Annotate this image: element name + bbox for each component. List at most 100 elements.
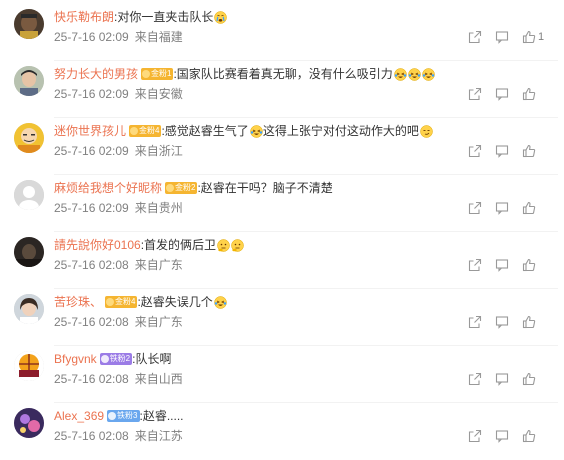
username-link[interactable]: 苦珍珠、 xyxy=(54,293,102,311)
like-button[interactable] xyxy=(522,201,536,215)
avatar[interactable] xyxy=(14,351,44,381)
reply-button[interactable] xyxy=(495,144,509,158)
comment-actions: 1 xyxy=(468,28,544,46)
avatar[interactable] xyxy=(14,180,44,210)
cry-emoji-icon xyxy=(214,10,228,24)
comment-content: :首发的俩后卫 xyxy=(140,238,217,252)
comment-icon xyxy=(495,87,509,101)
fan-badge[interactable]: 金粉2 xyxy=(165,182,198,194)
comment-actions xyxy=(468,85,536,103)
avatar[interactable] xyxy=(14,237,44,267)
comment-actions xyxy=(468,313,536,331)
like-button[interactable]: 1 xyxy=(522,30,544,44)
comment-location: 来自广东 xyxy=(134,258,183,272)
comment-time: 25-7-16 02:09 xyxy=(54,201,129,215)
like-icon xyxy=(522,30,536,44)
like-icon xyxy=(522,87,536,101)
laugh-cry-emoji-icon xyxy=(422,67,435,81)
comment-text-line: 快乐勒布朗:对你一直夹击队长 xyxy=(54,8,228,26)
share-icon xyxy=(468,258,482,272)
comment-meta: 25-7-16 02:08 来自广东 xyxy=(54,313,183,331)
comment-time: 25-7-16 02:09 xyxy=(54,144,129,158)
share-button[interactable] xyxy=(468,258,482,272)
comment-icon xyxy=(495,258,509,272)
share-icon xyxy=(468,201,482,215)
reply-button[interactable] xyxy=(495,30,509,44)
comment-icon xyxy=(495,144,509,158)
comment-content: :赵睿失误几个 xyxy=(137,295,213,309)
comment-item: 快乐勒布朗:对你一直夹击队长 25-7-16 02:09 来自福建 1 xyxy=(0,4,564,61)
reply-button[interactable] xyxy=(495,258,509,272)
share-button[interactable] xyxy=(468,315,482,329)
avatar[interactable] xyxy=(14,66,44,96)
comment-icon xyxy=(495,30,509,44)
badge-label: 铁粉3 xyxy=(117,411,138,420)
share-button[interactable] xyxy=(468,429,482,443)
comment-time: 25-7-16 02:08 xyxy=(54,372,129,386)
username-link[interactable]: 快乐勒布朗 xyxy=(54,8,114,26)
comment-item: 請先說你好0106:首发的俩后卫 25-7-16 02:08 来自广东 xyxy=(0,232,564,289)
username-link[interactable]: Alex_369 xyxy=(54,407,104,425)
badge-icon xyxy=(100,355,109,363)
reply-button[interactable] xyxy=(495,372,509,386)
username-link[interactable]: 努力长大的男孩 xyxy=(54,65,138,83)
avatar[interactable] xyxy=(14,408,44,438)
comment-text-line: 麻烦给我想个好昵称 金粉2:赵睿在干吗？脑子不清楚 xyxy=(54,179,333,197)
reply-button[interactable] xyxy=(495,429,509,443)
share-button[interactable] xyxy=(468,372,482,386)
like-button[interactable] xyxy=(522,258,536,272)
username-link[interactable]: 麻烦给我想个好昵称 xyxy=(54,179,162,197)
share-icon xyxy=(468,315,482,329)
reply-button[interactable] xyxy=(495,315,509,329)
laugh-cry-emoji-icon xyxy=(394,67,407,81)
share-button[interactable] xyxy=(468,201,482,215)
fan-badge[interactable]: 金粉4 xyxy=(105,296,138,308)
comment-list: 快乐勒布朗:对你一直夹击队长 25-7-16 02:09 来自福建 1 努力长大的男孩金… xyxy=(0,0,564,447)
like-button[interactable] xyxy=(522,144,536,158)
comment-location: 来自江苏 xyxy=(134,429,183,443)
like-button[interactable] xyxy=(522,315,536,329)
badge-label: 金粉1 xyxy=(151,69,172,78)
like-button[interactable] xyxy=(522,429,536,443)
comment-meta: 25-7-16 02:09 来自贵州 xyxy=(54,199,183,217)
comment-location: 来自广东 xyxy=(134,315,183,329)
reply-button[interactable] xyxy=(495,201,509,215)
share-icon xyxy=(468,429,482,443)
like-button[interactable] xyxy=(522,372,536,386)
comment-text-line: 迷你世界孩儿 金粉4:感觉赵睿生气了 这得上张宁对付这动作大的吧 xyxy=(54,122,433,140)
comment-meta: 25-7-16 02:08 来自山西 xyxy=(54,370,183,388)
fan-badge[interactable]: 金粉1 xyxy=(141,68,174,80)
comment-time: 25-7-16 02:09 xyxy=(54,87,129,101)
comment-item: 苦珍珠、 金粉4:赵睿失误几个 25-7-16 02:08 来自广东 xyxy=(0,289,564,346)
avatar[interactable] xyxy=(14,294,44,324)
like-icon xyxy=(522,372,536,386)
fan-badge[interactable]: 金粉4 xyxy=(129,125,162,137)
share-icon xyxy=(468,30,482,44)
username-link[interactable]: 請先說你好0106 xyxy=(54,236,141,254)
comment-content: :赵睿在干吗？脑子不清楚 xyxy=(197,181,333,195)
comment-actions xyxy=(468,199,536,217)
avatar[interactable] xyxy=(14,123,44,153)
badge-label: 金粉4 xyxy=(115,297,136,306)
share-button[interactable] xyxy=(468,30,482,44)
fan-badge[interactable]: 铁粉2 xyxy=(99,353,133,365)
share-button[interactable] xyxy=(468,87,482,101)
reply-button[interactable] xyxy=(495,87,509,101)
share-icon xyxy=(468,372,482,386)
username-link[interactable]: 迷你世界孩儿 xyxy=(54,122,126,140)
laugh-cry-emoji-icon xyxy=(408,67,421,81)
badge-icon xyxy=(106,298,115,306)
username-link[interactable]: Bfygvnk xyxy=(54,350,97,368)
share-button[interactable] xyxy=(468,144,482,158)
avatar[interactable] xyxy=(14,9,44,39)
badge-label: 金粉4 xyxy=(139,126,160,135)
comment-text-line: 苦珍珠、 金粉4:赵睿失误几个 xyxy=(54,293,227,311)
fan-badge[interactable]: 铁粉3 xyxy=(107,410,140,422)
think-emoji-icon xyxy=(231,238,244,252)
laugh-cry-emoji-icon xyxy=(214,295,227,309)
like-button[interactable] xyxy=(522,87,536,101)
smirk-emoji-icon xyxy=(420,124,433,138)
comment-content: :赵睿..... xyxy=(139,409,184,423)
like-count: 1 xyxy=(538,31,545,43)
comment-location: 来自浙江 xyxy=(134,144,183,158)
